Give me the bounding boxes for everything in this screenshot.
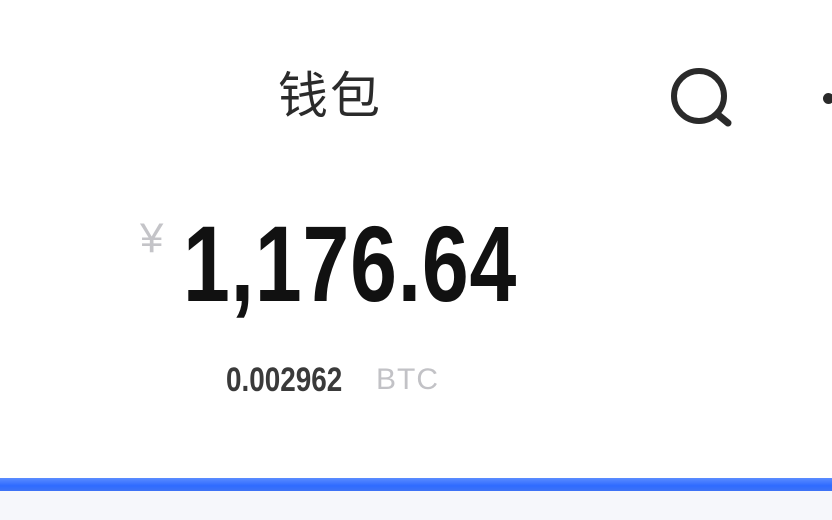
page-title: 钱包 <box>278 67 382 125</box>
search-button[interactable] <box>662 62 742 134</box>
btc-unit: BTC <box>376 363 439 396</box>
search-icon <box>671 68 732 127</box>
btc-amount: 0.002962 <box>226 361 343 399</box>
accent-bar <box>0 478 832 491</box>
content-area <box>0 491 832 520</box>
balance-amount: 1,176.64 <box>183 203 518 324</box>
wallet-screen: 钱包 ¥ 1,176.64 0.002962 BTC <box>0 0 832 520</box>
currency-symbol: ¥ <box>140 214 164 261</box>
btc-equivalent: 0.002962 BTC <box>226 360 439 400</box>
more-button[interactable] <box>814 80 832 120</box>
more-dots-icon <box>823 93 832 104</box>
